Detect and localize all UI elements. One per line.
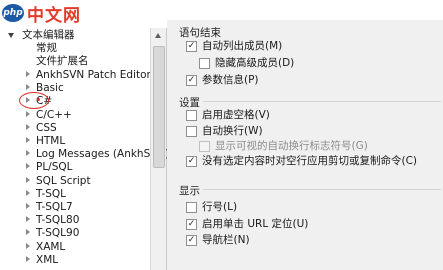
section-title-settings: 设置 xyxy=(179,97,200,109)
expand-icon[interactable] xyxy=(26,163,30,169)
options-panel: 语句结束 ✓ 自动列出成员(M) 隐藏高级成员(D) ✓ 参数信息(P) 设置 … xyxy=(167,20,443,270)
checkbox-icon[interactable] xyxy=(186,202,197,213)
section-title-statement-completion: 语句结束 xyxy=(179,27,221,39)
tree-node-file-extension[interactable]: 文件扩展名 xyxy=(36,54,89,68)
php-logo-icon: php xyxy=(2,4,24,22)
expand-icon[interactable] xyxy=(26,216,30,222)
checkbox-icon[interactable] xyxy=(186,126,197,137)
highlight-dot xyxy=(37,98,40,101)
checkbox-icon[interactable]: ✓ xyxy=(186,235,197,246)
tree-scrollbar[interactable] xyxy=(150,28,166,270)
separator xyxy=(203,101,441,102)
expand-icon[interactable] xyxy=(26,177,30,183)
checkbox-icon[interactable] xyxy=(199,58,210,69)
checkbox-icon[interactable]: ✓ xyxy=(186,75,197,86)
expand-icon[interactable] xyxy=(26,124,30,130)
checkbox-icon[interactable]: ✓ xyxy=(186,156,197,167)
section-title-display: 显示 xyxy=(179,185,200,197)
scroll-thumb[interactable] xyxy=(153,46,165,168)
expand-icon[interactable] xyxy=(26,150,30,156)
expand-icon[interactable] xyxy=(26,256,30,262)
highlight-circle xyxy=(19,92,49,109)
options-tree: 文本编辑器 常规 文件扩展名 AnkhSVN Patch Editor Basi… xyxy=(0,28,169,270)
checkbox-icon[interactable]: ✓ xyxy=(186,41,197,52)
scroll-up-icon[interactable] xyxy=(155,33,161,38)
expand-icon[interactable] xyxy=(26,71,30,77)
expand-icon[interactable] xyxy=(26,137,30,143)
expand-icon[interactable] xyxy=(26,111,30,117)
expand-icon[interactable] xyxy=(26,84,30,90)
tree-node-general[interactable]: 常规 xyxy=(36,41,57,55)
expand-icon[interactable] xyxy=(26,229,30,235)
expand-icon[interactable] xyxy=(26,203,30,209)
checkbox-icon xyxy=(199,141,210,152)
collapse-icon[interactable] xyxy=(8,33,14,38)
checkbox-icon[interactable]: ✓ xyxy=(186,219,197,230)
separator xyxy=(203,189,441,190)
expand-icon[interactable] xyxy=(26,243,30,249)
expand-icon[interactable] xyxy=(26,190,30,196)
watermark-text: 中文网 xyxy=(27,5,81,26)
watermark: php 中文网 xyxy=(2,2,81,26)
checkbox-icon[interactable] xyxy=(186,110,197,121)
